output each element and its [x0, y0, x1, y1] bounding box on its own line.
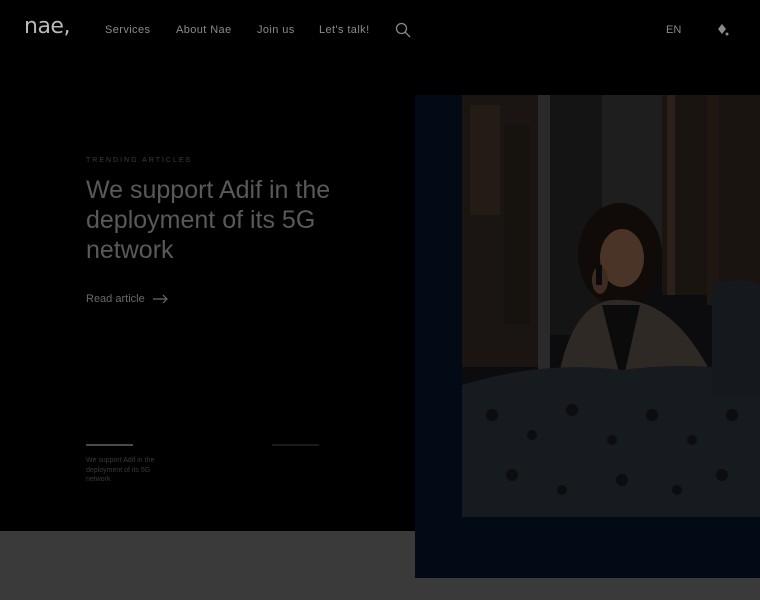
slider-progress-bar [86, 444, 133, 446]
hero-headline: We support Adif in the deployment of its… [86, 176, 331, 264]
read-article-label: Read article [86, 293, 145, 305]
brand-logo[interactable]: nae, [24, 14, 70, 39]
nav-services[interactable]: Services [105, 24, 150, 36]
trending-kicker: TRENDING ARTICLES [86, 157, 193, 164]
slider-item-1[interactable]: We support Adif in the deployment of its… [86, 444, 166, 485]
nav-join-us[interactable]: Join us [257, 24, 295, 36]
nav-about[interactable]: About Nae [176, 24, 232, 36]
nav-lets-talk[interactable]: Let's talk! [319, 24, 370, 36]
arrow-right-icon [152, 294, 168, 304]
top-navigation: nae, Services About Nae Join us Let's ta… [0, 0, 760, 62]
search-icon[interactable] [395, 22, 411, 38]
slider-item-2[interactable] [272, 444, 352, 456]
read-article-link[interactable]: Read article [86, 293, 169, 305]
slider-item-text: We support Adif in the deployment of its… [86, 457, 155, 483]
hero-image [462, 95, 760, 517]
language-selector[interactable]: EN [666, 24, 681, 36]
accessibility-icon[interactable] [714, 22, 730, 38]
slider-progress-bar [272, 444, 319, 446]
